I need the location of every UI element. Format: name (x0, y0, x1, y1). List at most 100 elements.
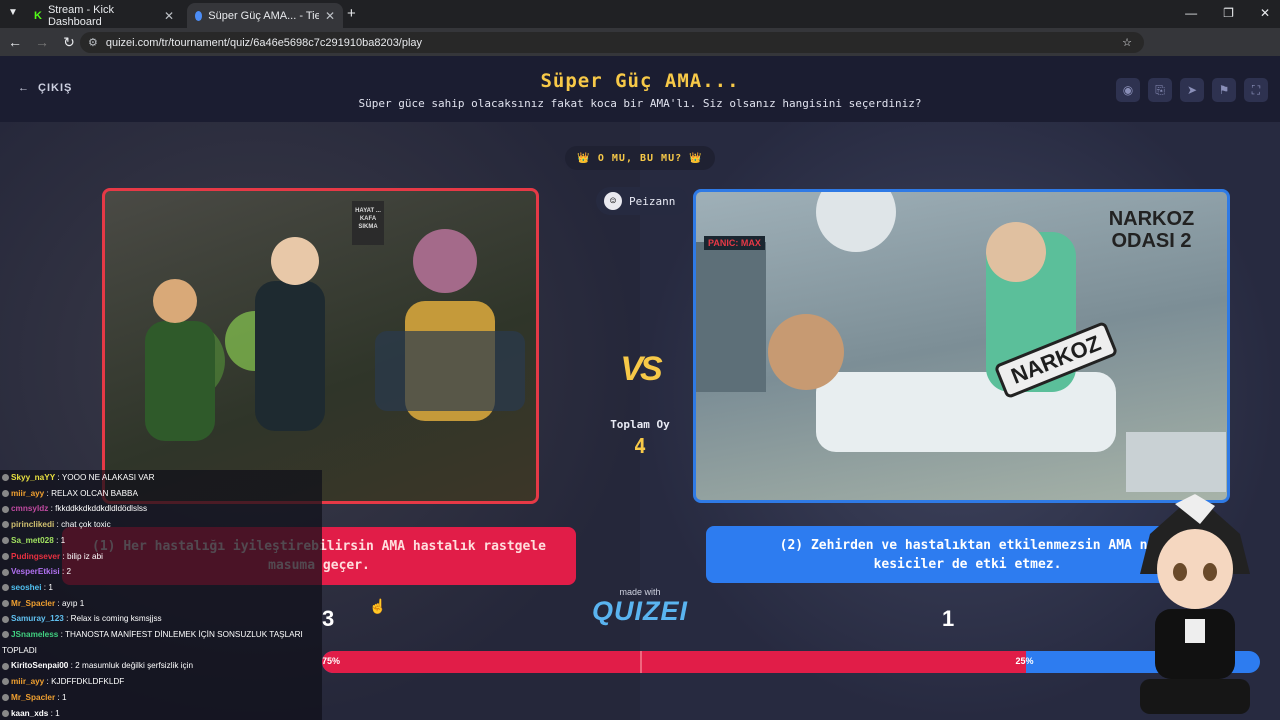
player-avatar: ☺ (604, 192, 622, 210)
quizei-icon (195, 10, 203, 21)
flag-icon[interactable]: ⚑ (1212, 78, 1236, 102)
chat-badge-icon (2, 678, 9, 686)
vs-icon: VS (620, 350, 662, 388)
chat-badge-icon (2, 615, 9, 623)
chat-username: KiritoSenpai00 (11, 661, 69, 671)
fullscreen-icon[interactable]: ⛶ (1244, 78, 1268, 102)
chat-username: Mr_Spacler (11, 598, 56, 608)
image-title-text: NARKOZ ODASI 2 (1108, 208, 1195, 252)
chat-username: Samuray_123 (11, 614, 64, 624)
bookmark-star-icon[interactable]: ☆ (1122, 36, 1132, 49)
quiz-tools: ◉ ⎘ ➤ ⚑ ⛶ (1116, 78, 1268, 102)
chat-text: fkkddkkdkddkdldldödlslss (55, 504, 148, 514)
forward-icon[interactable]: → (30, 34, 54, 50)
chat-badge-icon (2, 505, 9, 513)
player-chip: ☺ Peizann (596, 187, 688, 215)
total-votes-label: Toplam Oy (610, 418, 670, 431)
right-option-image[interactable]: PANIC: MAX NARKOZ ODASI 2 NARKOZ (693, 189, 1230, 503)
chat-message: KiritoSenpai00 : 2 masumluk değilki şerf… (2, 660, 193, 671)
eye-icon[interactable]: ◉ (1116, 78, 1140, 102)
player-name: Peizann (629, 194, 676, 208)
stream-chat-overlay: Skyy_naYY : YOOO NE ALAKASI VAR miir_ayy … (0, 470, 322, 720)
chat-message: miir_ayy : RELAX OLCAN BABBA (2, 488, 138, 499)
chat-text: 1 (60, 535, 66, 545)
share-icon[interactable]: ⎘ (1148, 78, 1172, 102)
new-tab-button[interactable]: + (347, 5, 356, 22)
chat-message: miir_ayy : KJDFFDKLDFKLDF (2, 676, 124, 687)
chat-username: miir_ayy (11, 488, 45, 498)
chat-text: 2 masumluk değilki şerfsizlik için (75, 661, 194, 671)
chat-message: cmnsyldz : fkkddkkdkddkdldldödlslss (2, 503, 147, 514)
chat-badge-icon (2, 694, 9, 702)
mouse-cursor-icon: ☝ (369, 598, 387, 614)
chat-text: 1 (55, 708, 60, 718)
tab-quizei[interactable]: Süper Güç AMA... - Tier List, Kı ✕ (187, 3, 343, 28)
chat-text: 1 (48, 582, 53, 592)
chat-text: KJDFFDKLDFKLDF (51, 677, 125, 687)
chat-badge-icon (2, 662, 9, 670)
chat-message: VesperEtkisi : 2 (2, 566, 71, 577)
chat-text: 2 (66, 567, 72, 577)
chat-message: pirinclikedi : chat çok toxic (2, 519, 111, 530)
tab-kick-dashboard[interactable]: K Stream - Kick Dashboard ✕ (26, 3, 182, 28)
close-tab-icon[interactable]: ✕ (325, 9, 335, 23)
total-votes-value: 4 (633, 434, 647, 458)
left-vote-bar (322, 651, 1026, 673)
chat-username: miir_ayy (11, 677, 45, 687)
right-vote-count: 1 (942, 606, 955, 631)
chat-username: cmnsyldz (11, 504, 49, 514)
chat-message: Samuray_123 : Relax is coming ksmsjjss (2, 613, 162, 624)
chat-message: TOPLADI (2, 645, 37, 656)
right-option-text: (2) Zehirden ve hastalıktan etkilenmezsi… (779, 537, 1156, 572)
chat-text: Relax is coming ksmsjjss (70, 614, 162, 624)
chat-username: Skyy_naYY (11, 473, 56, 482)
minimize-button[interactable]: — (1185, 6, 1197, 20)
chat-text: THANOSTA MANİFEST DİNLEMEK İÇİN SONSUZLU… (65, 630, 303, 639)
quiz-page: ← ÇIKIŞ Süper Güç AMA... Süper güce sahi… (0, 56, 1280, 720)
chat-message: Sa_met028 : 1 (2, 535, 65, 546)
browser-tab-bar: ▼ K Stream - Kick Dashboard ✕ Süper Güç … (0, 0, 1280, 28)
chat-message: seoshei : 1 (2, 582, 53, 593)
window-controls: — ❐ ✕ (1185, 6, 1270, 20)
chat-badge-icon (2, 599, 9, 607)
quiz-subtitle: Süper güce sahip olacaksınız fakat koca … (358, 97, 922, 110)
chat-message: JSnameless : THANOSTA MANİFEST DİNLEMEK … (2, 629, 303, 640)
chat-message: Skyy_naYY : YOOO NE ALAKASI VAR (2, 472, 155, 483)
chat-badge-icon (2, 709, 9, 717)
chat-username: VesperEtkisi (11, 567, 60, 577)
back-icon[interactable]: ← (3, 34, 27, 50)
chat-message: Mr_Spacler : 1 (2, 692, 67, 703)
address-bar[interactable]: ⚙ quizei.com/tr/tournament/quiz/6a46e569… (80, 32, 1144, 53)
chat-text: TOPLADI (2, 645, 37, 655)
chat-text: 1 (61, 692, 67, 702)
chat-message: kaan_xds : 1 (2, 708, 60, 719)
left-percent: 75% (322, 656, 341, 666)
chat-username: JSnameless (11, 630, 59, 639)
close-tab-icon[interactable]: ✕ (164, 9, 174, 23)
tab-title: Stream - Kick Dashboard (47, 3, 114, 28)
tab-search-icon[interactable]: ▼ (8, 7, 18, 18)
left-vote-count: 3 (322, 606, 335, 631)
chat-badge-icon (2, 474, 9, 482)
chat-badge-icon (2, 521, 9, 529)
quizei-logo[interactable]: QUIZEI (590, 596, 690, 627)
monitor-text: PANIC: MAX (704, 236, 765, 250)
maximize-button[interactable]: ❐ (1223, 6, 1234, 20)
matchup-badge: 👑 O MU, BU MU? 👑 (565, 146, 715, 170)
right-percent: 25% (1015, 656, 1034, 666)
tab-title: Süper Güç AMA... - Tier List, Kı (208, 9, 319, 22)
close-window-button[interactable]: ✕ (1260, 6, 1270, 20)
quiz-title: Süper Güç AMA... (540, 70, 740, 92)
chat-username: Pudingsever (11, 551, 61, 561)
left-option-image[interactable]: HAYAT ... KAFA SIKMA (102, 188, 539, 504)
chat-text: bilip iz abi (66, 551, 103, 561)
chat-username: pirinclikedi (11, 520, 55, 530)
site-info-icon[interactable]: ⚙ (88, 36, 98, 49)
browser-toolbar: ← → ↻ ⚙ quizei.com/tr/tournament/quiz/6a… (0, 28, 1280, 75)
reload-icon[interactable]: ↻ (57, 34, 81, 51)
send-icon[interactable]: ➤ (1180, 78, 1204, 102)
chat-text: chat çok toxic (61, 520, 111, 530)
healing-scene-illustration (145, 229, 525, 441)
chat-badge-icon (2, 537, 9, 545)
chat-badge-icon (2, 584, 9, 592)
